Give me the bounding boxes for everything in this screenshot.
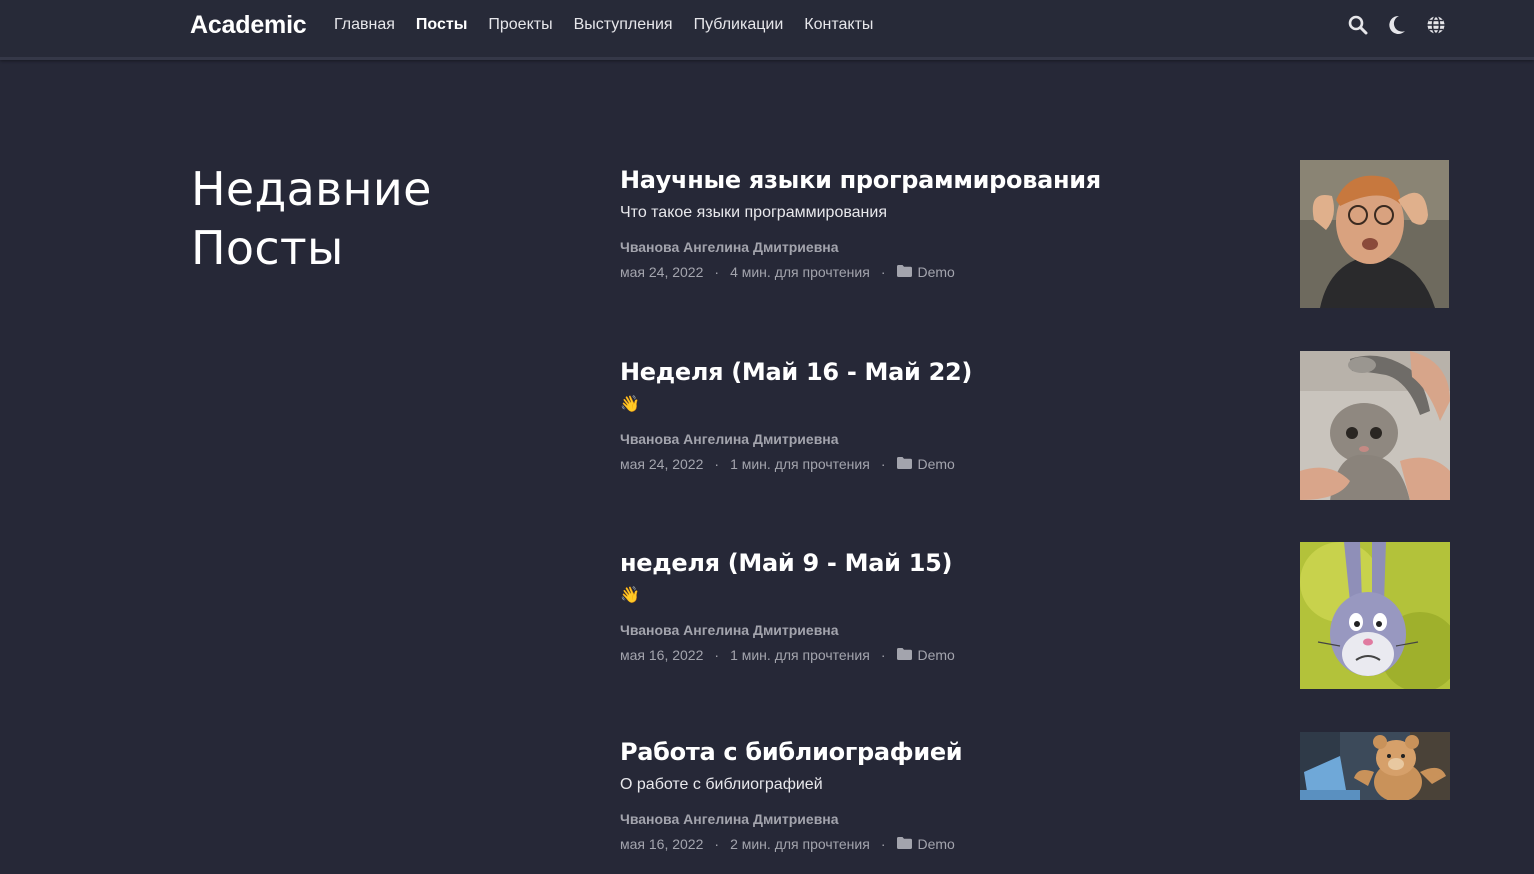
teddy-bear-laptop-image[interactable] [1300,732,1450,800]
post-author[interactable]: Чванова Ангелина Дмитриевна [620,811,1450,827]
post-reading-time: 4 мин. для прочтения [730,264,870,280]
post-item: Научные языки программирования Что такое… [620,160,1450,308]
globe-icon[interactable] [1425,14,1447,36]
post-date: мая 24, 2022 [620,456,704,472]
page-title-line1: Недавние [191,162,432,216]
post-reading-time: 1 мин. для прочтения [730,647,870,663]
post-item: Работа с библиографией О работе с библио… [620,732,1450,852]
search-icon[interactable] [1347,14,1369,36]
post-date: мая 24, 2022 [620,264,704,280]
post-category[interactable]: Demo [918,647,955,663]
meta-separator: · [880,264,886,280]
meta-separator: · [714,836,720,852]
meta-separator: · [880,647,886,663]
post-category[interactable]: Demo [918,836,955,852]
folder-icon [896,456,912,472]
nav-link-publications[interactable]: Публикации [694,16,784,34]
man-mind-blown-image[interactable] [1300,160,1449,308]
nav-link-talks[interactable]: Выступления [574,16,673,34]
folder-icon [896,647,912,663]
nav-link-home[interactable]: Главная [334,16,395,34]
post-reading-time: 2 мин. для прочтения [730,836,870,852]
page-title-line2: Посты [191,221,344,275]
brand-logo[interactable]: Academic [190,11,307,40]
cartoon-rabbit-image[interactable] [1300,542,1450,689]
top-navbar: Academic Главная Посты Проекты Выступлен… [0,0,1534,60]
post-item: неделя (Май 9 - Май 15) 👋 Чванова Ангели… [620,542,1450,689]
post-date: мая 16, 2022 [620,647,704,663]
meta-separator: · [880,836,886,852]
post-date: мая 16, 2022 [620,836,704,852]
wet-cat-shower-image[interactable] [1300,351,1450,500]
moon-icon[interactable] [1386,14,1408,36]
meta-separator: · [880,456,886,472]
post-category[interactable]: Demo [918,264,955,280]
page-title: Недавние Посты [191,160,551,278]
post-reading-time: 1 мин. для прочтения [730,456,870,472]
nav-link-posts[interactable]: Посты [416,16,467,34]
meta-separator: · [714,264,720,280]
meta-separator: · [714,647,720,663]
nav-icons [1347,14,1464,36]
post-meta: мая 16, 2022 · 2 мин. для прочтения · De… [620,836,1450,852]
folder-icon [896,264,912,280]
nav-link-projects[interactable]: Проекты [488,16,552,34]
post-item: Неделя (Май 16 - Май 22) 👋 Чванова Ангел… [620,351,1450,500]
nav-links: Главная Посты Проекты Выступления Публик… [334,16,894,34]
meta-separator: · [714,456,720,472]
nav-link-contacts[interactable]: Контакты [804,16,873,34]
post-category[interactable]: Demo [918,456,955,472]
folder-icon [896,836,912,852]
